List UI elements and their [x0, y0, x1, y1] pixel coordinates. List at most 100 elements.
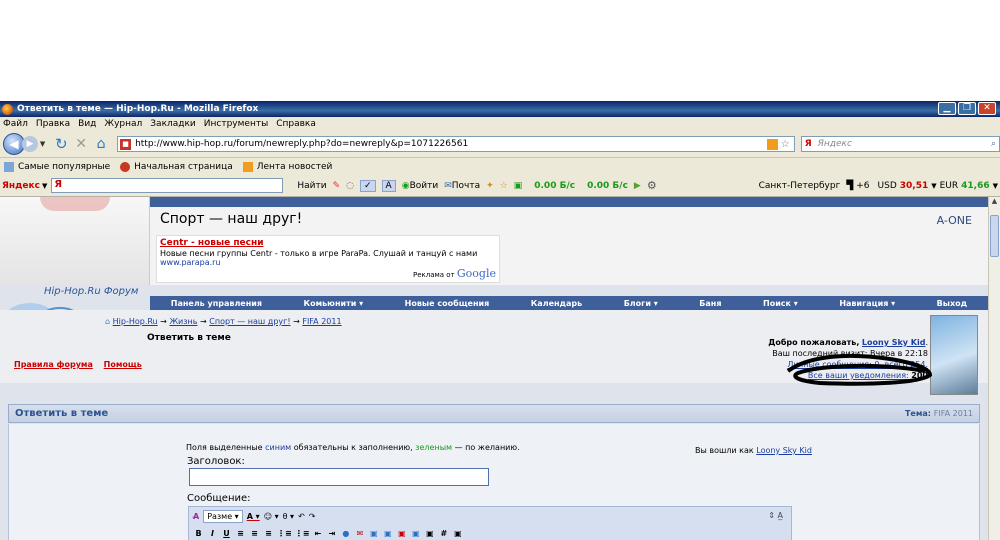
insert-icon[interactable]: θ ▾ [283, 512, 294, 521]
search-magnifier-icon[interactable]: ⌕ [991, 139, 996, 149]
resize-icon[interactable]: ⇕ A̲ [768, 511, 783, 520]
comment-icon[interactable]: ◌ [346, 181, 354, 191]
bookmark-star-icon[interactable]: ☆ [781, 139, 790, 150]
align-right-button[interactable]: ≡ [263, 529, 274, 538]
reload-icon[interactable]: ↻ [51, 135, 71, 153]
menu-history[interactable]: Журнал [104, 119, 142, 129]
more-button[interactable]: ▣ [452, 529, 463, 538]
menu-tools[interactable]: Инструменты [204, 119, 268, 129]
nav-new-posts[interactable]: Новые сообщения [405, 299, 490, 308]
home-icon[interactable]: ⌂ [91, 136, 111, 152]
stop-icon[interactable]: ✕ [71, 136, 91, 152]
eur-value: 41,66 [961, 180, 990, 191]
gift-icon[interactable]: ✦ [486, 181, 494, 191]
help-link[interactable]: Помощь [104, 360, 142, 369]
star-icon[interactable]: ☆ [500, 181, 508, 191]
close-button[interactable]: ✕ [978, 102, 996, 115]
font-icon[interactable]: A [381, 179, 396, 192]
email-button[interactable]: ✉ [354, 529, 365, 538]
attachment-button[interactable]: ▣ [396, 529, 407, 538]
editor-toolbar-row2: B I U ≡ ≡ ≡ ⋮≡ ⋮≡ ⇤ ⇥ ● ✉ ▣ ▣ ▣ ▣ ▣ # ▣ [193, 529, 463, 538]
nav-blogs[interactable]: Блоги ▾ [624, 299, 658, 308]
yandex-mail[interactable]: Почта [452, 181, 480, 191]
nav-banya[interactable]: Баня [699, 299, 721, 308]
pencil-icon[interactable]: ✎ [333, 181, 341, 191]
menu-bookmarks[interactable]: Закладки [150, 119, 196, 129]
remove-format-icon[interactable]: A̶ [193, 512, 199, 521]
topic-label: Тема: [904, 409, 931, 418]
breadcrumb-fifa[interactable]: FIFA 2011 [302, 317, 341, 326]
vertical-scrollbar[interactable]: ▲ [988, 197, 1000, 540]
bookmark-popular[interactable]: Самые популярные [18, 162, 110, 172]
indent-button[interactable]: ⇥ [326, 529, 337, 538]
yandex-dropdown-icon[interactable]: ▼ [42, 182, 47, 190]
play-icon[interactable]: ▶ [634, 181, 641, 191]
minimize-button[interactable]: ▁ [938, 102, 956, 115]
code-button[interactable]: # [438, 529, 449, 538]
yandex-city[interactable]: Санкт-Петербург [759, 181, 841, 191]
yandex-logo[interactable]: Яндекс [2, 181, 40, 191]
bookmark-start-page[interactable]: Начальная страница [134, 162, 233, 172]
ordered-list-button[interactable]: ⋮≡ [277, 529, 292, 538]
yandex-search-field[interactable]: Я [51, 178, 284, 193]
nav-calendar[interactable]: Календарь [531, 299, 582, 308]
forward-arrow-icon[interactable]: ▶ [21, 136, 38, 152]
menu-edit[interactable]: Правка [36, 119, 70, 129]
search-input[interactable]: Я Яндекс ⌕ [800, 136, 1000, 152]
logged-in-user-link[interactable]: Loony Sky Kid [756, 446, 812, 455]
check-icon[interactable]: ✓ [360, 179, 376, 192]
title-input[interactable] [189, 468, 489, 486]
nav-community[interactable]: Комьюнити ▾ [304, 299, 364, 308]
outdent-button[interactable]: ⇤ [312, 529, 323, 538]
download-icon[interactable]: ▣ [514, 181, 523, 191]
login-icon: ◉ [401, 180, 410, 191]
firefox-icon [2, 103, 13, 115]
nav-logout[interactable]: Выход [937, 299, 967, 308]
forum-rules-link[interactable]: Правила форума [14, 360, 93, 369]
history-dropdown-icon[interactable]: ▼ [40, 140, 45, 148]
menu-help[interactable]: Справка [276, 119, 316, 129]
ad-url[interactable]: www.parapa.ru [160, 258, 496, 267]
quote-button[interactable]: ▣ [410, 529, 421, 538]
link-button[interactable]: ● [340, 529, 351, 538]
bold-button[interactable]: B [193, 529, 204, 538]
form-header: Ответить в теме Тема: FIFA 2011 [8, 404, 980, 423]
nav-control-panel[interactable]: Панель управления [171, 299, 262, 308]
breadcrumb-life[interactable]: Жизнь [169, 317, 197, 326]
yandex-login[interactable]: Войти [410, 181, 439, 191]
yandex-find-button[interactable]: Найти [297, 181, 326, 191]
scroll-thumb[interactable] [990, 215, 999, 257]
forum-name[interactable]: Hip-Hop.Ru Форум [44, 286, 138, 297]
nav-search[interactable]: Поиск ▾ [763, 299, 798, 308]
form-topic: Тема: FIFA 2011 [905, 409, 973, 418]
gear-icon[interactable]: ⚙ [647, 179, 657, 192]
menu-view[interactable]: Вид [78, 119, 96, 129]
bookmark-news[interactable]: Лента новостей [257, 162, 333, 172]
smiley-icon[interactable]: ☺ ▾ [264, 512, 279, 521]
undo-icon[interactable]: ↶ [298, 512, 305, 521]
search-engine-label[interactable]: Я [805, 139, 812, 149]
rss-icon[interactable] [766, 138, 778, 150]
align-center-button[interactable]: ≡ [249, 529, 260, 538]
maximize-button[interactable]: ❐ [958, 102, 976, 115]
menu-file[interactable]: Файл [3, 119, 28, 129]
redo-icon[interactable]: ↷ [309, 512, 316, 521]
align-left-button[interactable]: ≡ [235, 529, 246, 538]
scroll-up-arrow-icon[interactable]: ▲ [989, 197, 1000, 209]
unordered-list-button[interactable]: ⋮≡ [295, 529, 310, 538]
image-button[interactable]: ▣ [368, 529, 379, 538]
underline-button[interactable]: U [221, 529, 232, 538]
hint-pre: Поля выделенные [186, 443, 263, 452]
a-one-link[interactable]: A-ONE [937, 214, 972, 227]
breadcrumb-sport[interactable]: Спорт — наш друг! [209, 317, 290, 326]
nav-navigation[interactable]: Навигация ▾ [839, 299, 895, 308]
ad-title[interactable]: Centr - новые песни [160, 238, 496, 248]
spoiler-button[interactable]: ▣ [424, 529, 435, 538]
google-ad[interactable]: Centr - новые песни Новые песни группы C… [156, 235, 500, 283]
video-button[interactable]: ▣ [382, 529, 393, 538]
text-color-icon[interactable]: A ▾ [247, 512, 260, 521]
font-size-select[interactable]: Разме ▾ [203, 510, 243, 523]
breadcrumb-hiphop[interactable]: Hip-Hop.Ru [113, 317, 158, 326]
italic-button[interactable]: I [207, 529, 218, 538]
url-bar[interactable]: ■ http://www.hip-hop.ru/forum/newreply.p… [117, 136, 795, 152]
